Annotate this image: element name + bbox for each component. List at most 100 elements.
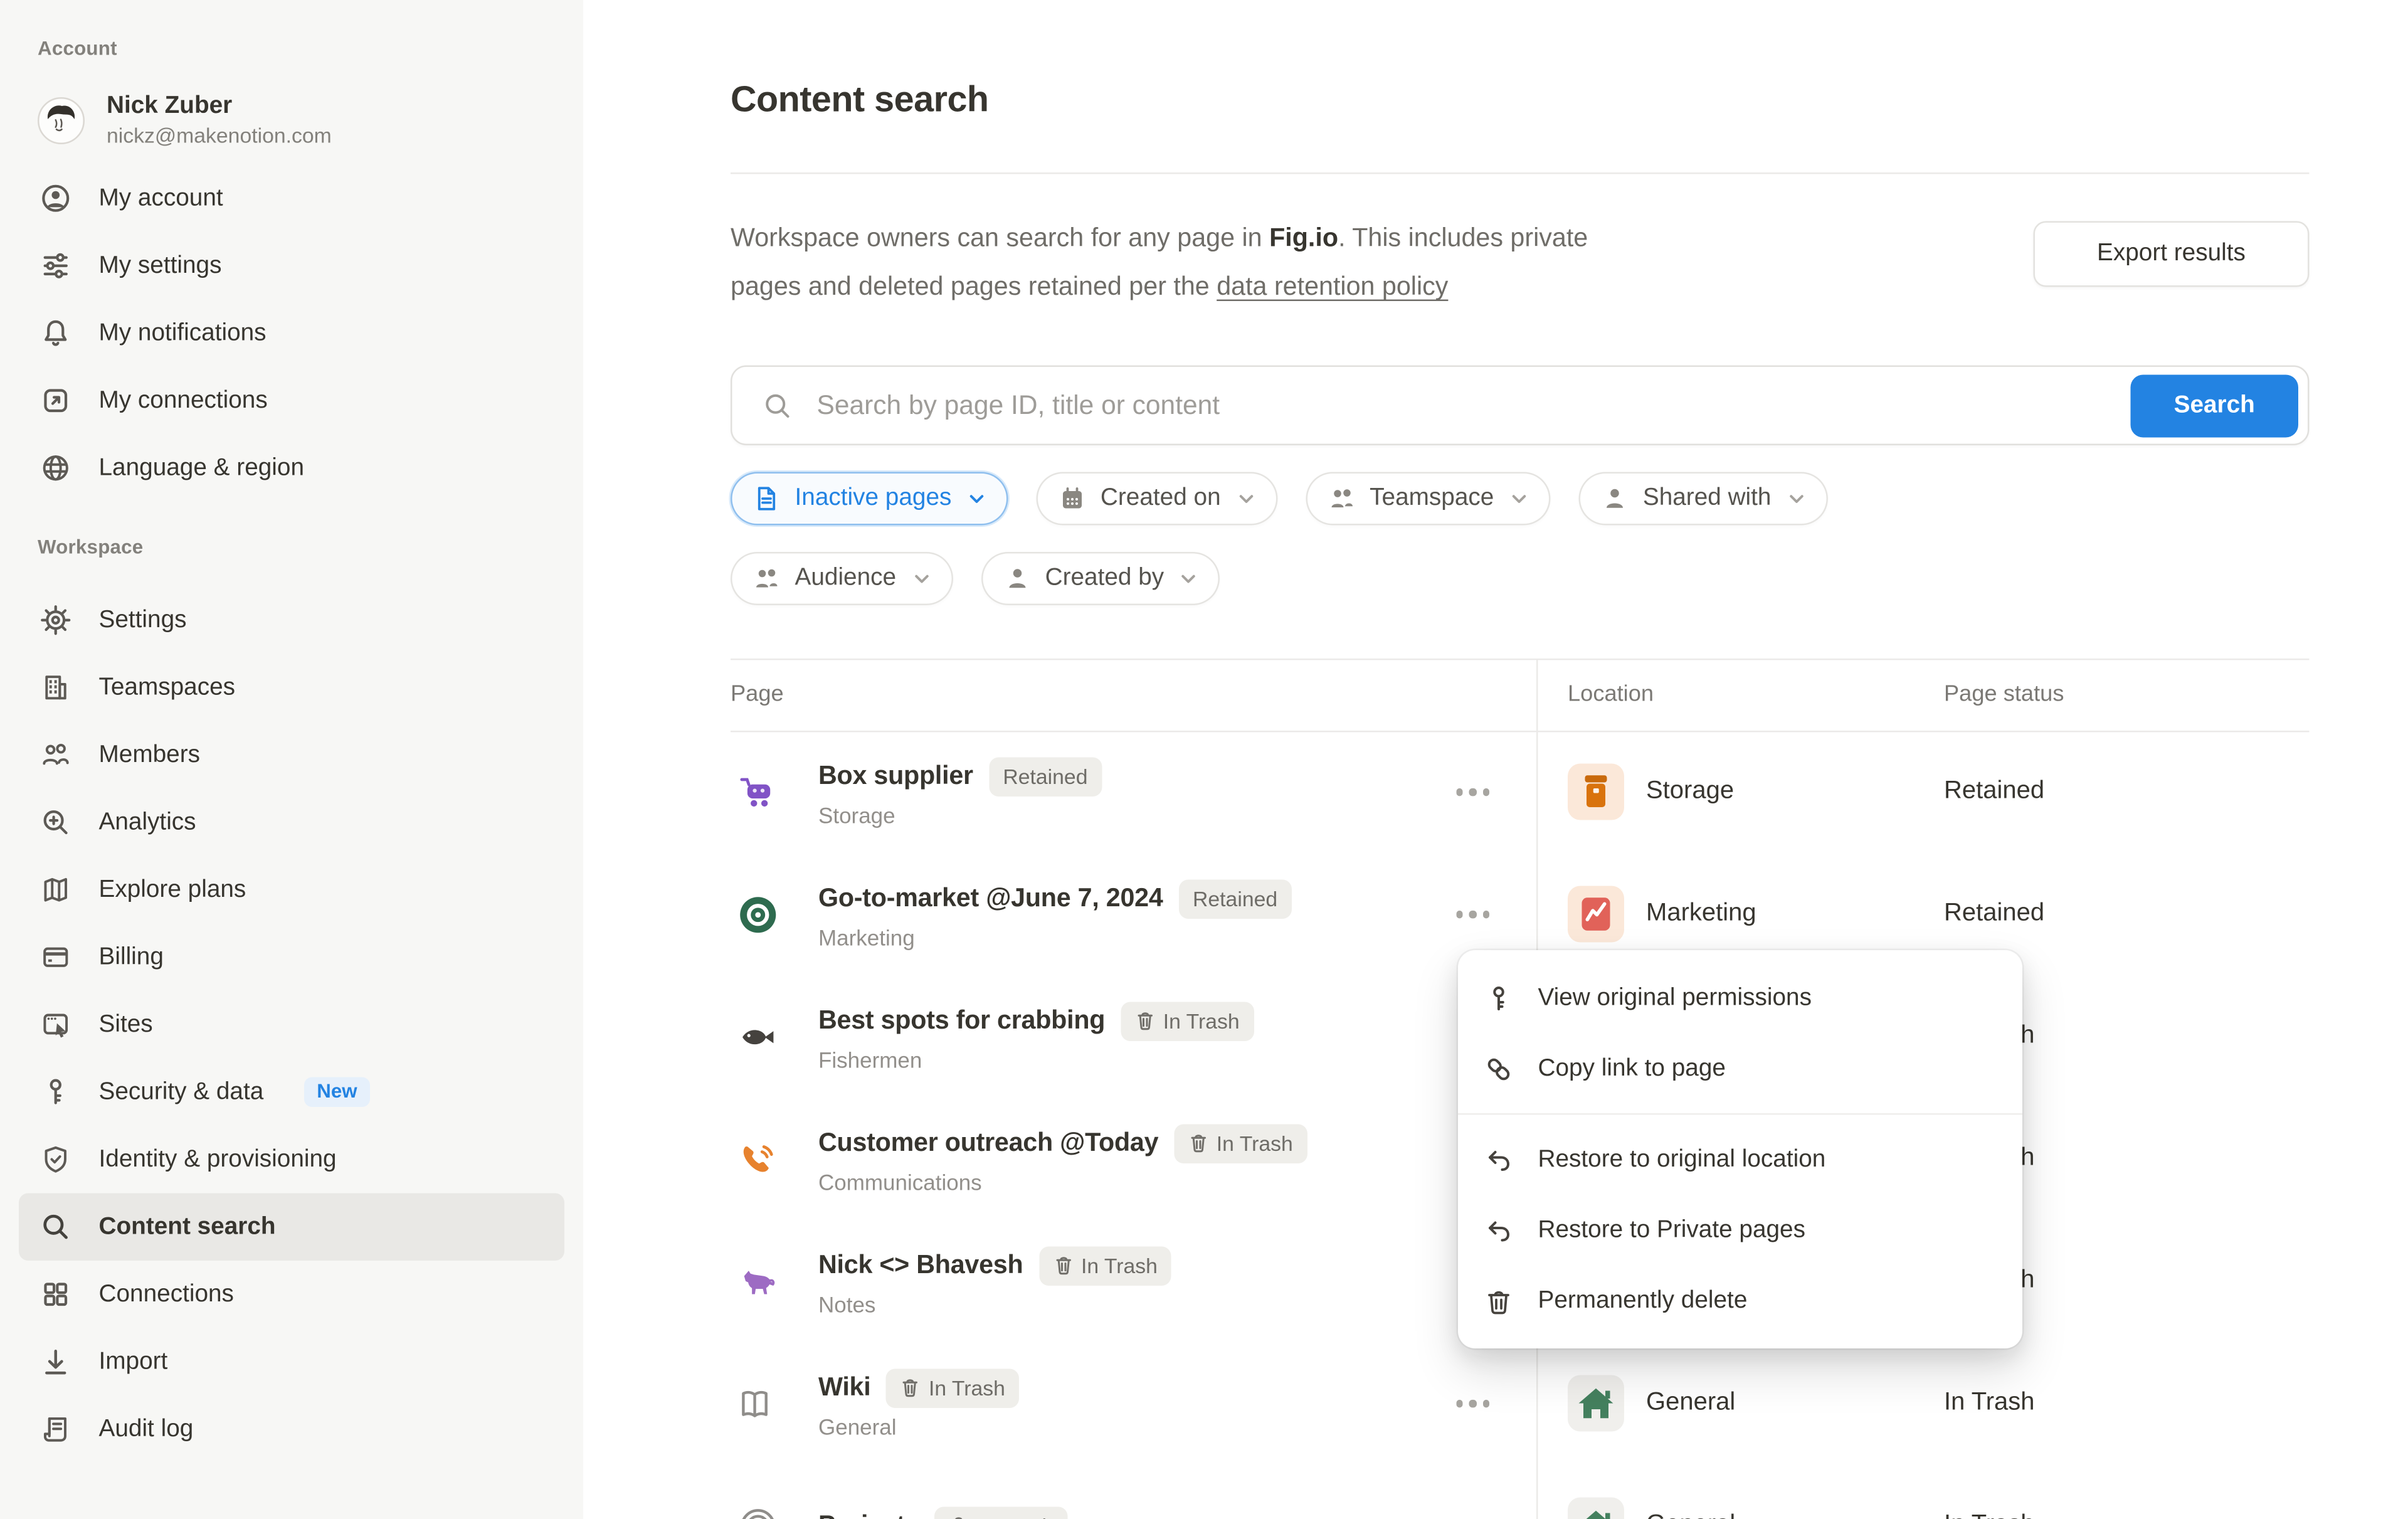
sidebar-item-audit-log[interactable]: Audit log	[19, 1395, 564, 1463]
page-title: Customer outreach @Today	[818, 1128, 1158, 1158]
sidebar-item-language-region[interactable]: Language & region	[19, 435, 564, 502]
new-badge: New	[304, 1077, 369, 1108]
sidebar-item-label: Language & region	[99, 454, 305, 482]
trash-icon	[1482, 1284, 1515, 1318]
sidebar-item-label: Import	[99, 1348, 168, 1376]
sidebar-item-teamspaces[interactable]: Teamspaces	[19, 654, 564, 722]
grid-icon	[38, 1277, 72, 1311]
target-green-icon	[737, 893, 779, 936]
data-retention-policy-link[interactable]: data retention policy	[1217, 273, 1448, 301]
menu-item-label: Permanently delete	[1538, 1286, 1748, 1315]
description-text: Workspace owners can search for any page…	[731, 225, 1269, 253]
filter-label: Created by	[1045, 564, 1164, 593]
column-header-page: Page	[731, 682, 1568, 707]
filter-created-by[interactable]: Created by	[981, 552, 1220, 605]
sidebar-item-label: Settings	[99, 606, 187, 634]
sidebar-item-content-search[interactable]: Content search	[19, 1194, 564, 1261]
gear-icon	[38, 603, 72, 637]
sidebar-item-my-account[interactable]: My account	[19, 165, 564, 233]
filter-label: Teamspace	[1370, 485, 1494, 513]
page-subtitle: General	[818, 1414, 1019, 1439]
sidebar-item-analytics[interactable]: Analytics	[19, 789, 564, 857]
building-icon	[38, 670, 72, 705]
search-sparkle-icon	[38, 805, 72, 840]
sidebar-item-my-connections[interactable]: My connections	[19, 367, 564, 435]
credit-card-icon	[38, 940, 72, 975]
row-context-menu: View original permissions Copy link to p…	[1458, 950, 2022, 1348]
sidebar-item-sites[interactable]: Sites	[19, 991, 564, 1059]
page-subtitle: Storage	[818, 802, 1102, 827]
filter-row-2: Audience Created by	[731, 552, 1220, 605]
menu-item-permanently-delete[interactable]: Permanently delete	[1458, 1266, 2022, 1336]
calendar-icon	[1058, 485, 1086, 513]
storage-box-icon	[1568, 764, 1624, 820]
sidebar-item-label: Explore plans	[99, 876, 246, 904]
map-icon	[38, 872, 72, 907]
menu-item-view-original-permissions[interactable]: View original permissions	[1458, 963, 2022, 1034]
page-title: Nick <> Bhavesh	[818, 1251, 1023, 1281]
user-account-row[interactable]: Nick Zuber nickz@makenotion.com	[38, 91, 583, 149]
people-icon	[752, 564, 781, 593]
sidebar-item-label: Members	[99, 741, 201, 769]
horse-purple-icon	[737, 1260, 779, 1303]
filter-teamspace[interactable]: Teamspace	[1306, 472, 1551, 526]
location-label: Marketing	[1646, 900, 1756, 928]
bell-icon	[38, 316, 72, 351]
house-green-icon	[1568, 1498, 1624, 1519]
search-input[interactable]	[814, 388, 2131, 423]
search-icon	[762, 389, 793, 421]
table-header: Page Location Page status	[731, 659, 2310, 731]
workspace-nav: Settings Teamspaces Members Analytics Ex…	[0, 586, 583, 1463]
filter-label: Shared with	[1643, 485, 1772, 513]
retained-badge: Retained	[1179, 879, 1292, 918]
sidebar-item-billing[interactable]: Billing	[19, 924, 564, 992]
chevron-down-icon	[967, 489, 986, 508]
search-button[interactable]: Search	[2131, 374, 2299, 437]
sidebar-item-explore-plans[interactable]: Explore plans	[19, 856, 564, 924]
row-actions-button[interactable]	[1455, 911, 1489, 918]
sidebar-item-label: Identity & provisioning	[99, 1145, 337, 1173]
column-header-page-status: Page status	[1944, 682, 2064, 707]
key-icon	[38, 1075, 72, 1109]
page-icon	[752, 485, 781, 513]
filter-inactive-pages[interactable]: Inactive pages	[731, 472, 1008, 526]
location-label: General	[1646, 1389, 1735, 1417]
menu-item-copy-link-to-page[interactable]: Copy link to page	[1458, 1034, 2022, 1104]
key-icon	[1482, 982, 1515, 1015]
menu-item-label: View original permissions	[1538, 984, 1812, 1012]
chevron-down-icon	[1180, 569, 1198, 588]
page-subtitle: Marketing	[818, 924, 1292, 950]
export-results-button[interactable]: Export results	[2034, 221, 2310, 287]
chevron-down-icon	[1509, 489, 1528, 508]
row-actions-button[interactable]	[1455, 1400, 1489, 1407]
cart-purple-icon	[737, 771, 779, 813]
sidebar-item-members[interactable]: Members	[19, 721, 564, 789]
people-icon	[1328, 485, 1356, 513]
filter-audience[interactable]: Audience	[731, 552, 953, 605]
sidebar-item-settings[interactable]: Settings	[19, 586, 564, 654]
column-header-location: Location	[1568, 682, 1944, 707]
account-section-label: Account	[38, 38, 583, 60]
sidebar-item-my-notifications[interactable]: My notifications	[19, 300, 564, 368]
open-book-icon	[737, 1382, 779, 1425]
sidebar-item-connections[interactable]: Connections	[19, 1261, 564, 1328]
filter-label: Audience	[795, 564, 897, 593]
filter-shared-with[interactable]: Shared with	[1578, 472, 1827, 526]
sidebar-item-import[interactable]: Import	[19, 1328, 564, 1396]
menu-item-restore-original-location[interactable]: Restore to original location	[1458, 1125, 2022, 1195]
page-status: In Trash	[1944, 1389, 2035, 1417]
sidebar-item-label: Billing	[99, 943, 164, 971]
sidebar-item-security-data[interactable]: Security & data New	[19, 1059, 564, 1126]
undo-arrow-icon	[1482, 1214, 1515, 1247]
sidebar-item-my-settings[interactable]: My settings	[19, 232, 564, 300]
menu-item-label: Copy link to page	[1538, 1054, 1726, 1082]
row-actions-button[interactable]	[1455, 788, 1489, 795]
filter-created-on[interactable]: Created on	[1036, 472, 1277, 526]
filter-label: Created on	[1101, 485, 1221, 513]
sidebar-item-identity-provisioning[interactable]: Identity & provisioning	[19, 1126, 564, 1194]
filter-row-1: Inactive pages Created on Teamspace Shar…	[731, 472, 1827, 526]
menu-item-restore-private-pages[interactable]: Restore to Private pages	[1458, 1195, 2022, 1266]
chevron-down-icon	[1787, 489, 1805, 508]
in-trash-badge: In Trash	[1038, 1246, 1171, 1285]
arrow-up-right-box-icon	[38, 383, 72, 418]
